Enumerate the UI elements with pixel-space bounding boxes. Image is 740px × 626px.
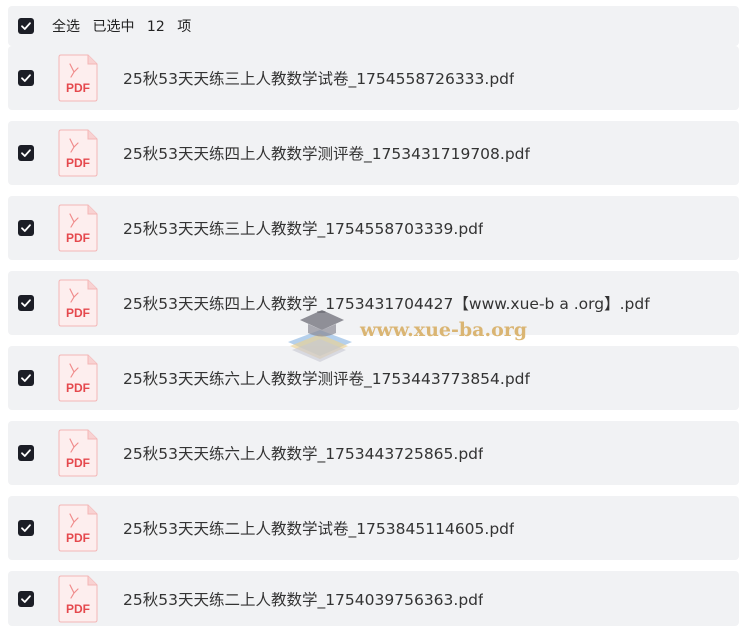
check-icon (21, 74, 31, 82)
svg-text:PDF: PDF (66, 156, 90, 170)
file-name: 25秋53天天练二上人教数学_1754039756363.pdf (123, 590, 484, 609)
pdf-file-icon: PDF (58, 429, 98, 477)
file-row[interactable]: PDF 25秋53天天练四上人教数学_1753431704427【www.xue… (8, 271, 739, 335)
svg-text:PDF: PDF (66, 602, 90, 616)
pdf-file-icon: PDF (58, 504, 98, 552)
pdf-file-icon: PDF (58, 575, 98, 622)
file-checkbox[interactable] (18, 145, 34, 161)
file-row[interactable]: PDF 25秋53天天练三上人教数学试卷_1754558726333.pdf (8, 46, 739, 110)
select-all-bar: 全选 已选中 12 项 (8, 6, 739, 46)
svg-text:PDF: PDF (66, 306, 90, 320)
file-row[interactable]: PDF 25秋53天天练六上人教数学_1753443725865.pdf (8, 421, 739, 485)
file-row[interactable]: PDF 25秋53天天练二上人教数学试卷_1753845114605.pdf (8, 496, 739, 560)
file-row[interactable]: PDF 25秋53天天练六上人教数学测评卷_1753443773854.pdf (8, 346, 739, 410)
select-all-checkbox[interactable] (18, 18, 34, 34)
check-icon (21, 224, 31, 232)
file-checkbox[interactable] (18, 295, 34, 311)
pdf-file-icon: PDF (58, 354, 98, 402)
file-checkbox[interactable] (18, 445, 34, 461)
file-name: 25秋53天天练四上人教数学_1753431704427【www.xue-b a… (123, 295, 650, 313)
file-row[interactable]: PDF 25秋53天天练三上人教数学_1754558703339.pdf (8, 196, 739, 260)
file-name: 25秋53天天练三上人教数学试卷_1754558726333.pdf (123, 70, 515, 88)
file-checkbox[interactable] (18, 220, 34, 236)
file-checkbox[interactable] (18, 70, 34, 86)
file-name: 25秋53天天练六上人教数学测评卷_1753443773854.pdf (123, 370, 530, 388)
file-checkbox[interactable] (18, 590, 34, 607)
file-row[interactable]: PDF 25秋53天天练二上人教数学_1754039756363.pdf (8, 571, 739, 626)
select-all-label[interactable]: 全选 (52, 19, 80, 35)
svg-text:PDF: PDF (66, 531, 90, 545)
check-icon (21, 299, 31, 307)
check-icon (21, 374, 31, 382)
check-icon (21, 449, 31, 457)
pdf-file-icon: PDF (58, 54, 98, 102)
selection-summary: 全选 已选中 12 项 (52, 16, 199, 36)
file-name: 25秋53天天练三上人教数学_1754558703339.pdf (123, 220, 484, 238)
file-row[interactable]: PDF 25秋53天天练四上人教数学测评卷_1753431719708.pdf (8, 121, 739, 185)
check-icon (21, 594, 31, 603)
file-checkbox[interactable] (18, 370, 34, 386)
svg-text:PDF: PDF (66, 456, 90, 470)
file-name: 25秋53天天练四上人教数学测评卷_1753431719708.pdf (123, 145, 530, 163)
file-checkbox[interactable] (18, 520, 34, 536)
selected-suffix: 项 (177, 19, 192, 35)
svg-text:PDF: PDF (66, 81, 90, 95)
check-icon (21, 22, 31, 30)
check-icon (21, 524, 31, 532)
pdf-file-icon: PDF (58, 129, 98, 177)
svg-text:PDF: PDF (66, 231, 90, 245)
check-icon (21, 149, 31, 157)
selected-prefix: 已选中 (92, 19, 135, 35)
file-name: 25秋53天天练二上人教数学试卷_1753845114605.pdf (123, 520, 515, 538)
selected-count: 12 (146, 19, 165, 35)
file-name: 25秋53天天练六上人教数学_1753443725865.pdf (123, 445, 484, 463)
pdf-file-icon: PDF (58, 204, 98, 252)
pdf-file-icon: PDF (58, 279, 98, 327)
svg-text:PDF: PDF (66, 381, 90, 395)
